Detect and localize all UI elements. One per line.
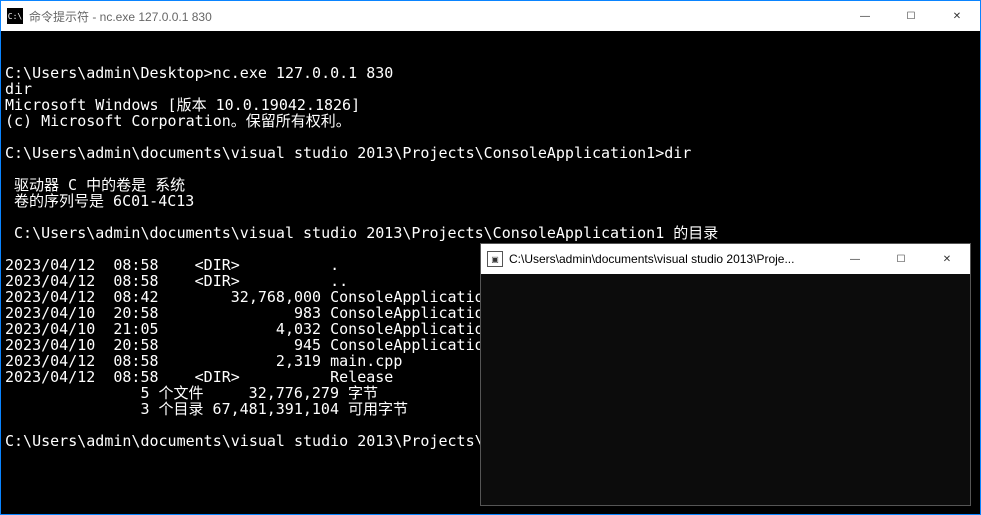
terminal-line: C:\Users\admin\documents\visual studio 2… bbox=[5, 144, 691, 162]
main-window-title: 命令提示符 - nc.exe 127.0.0.1 830 bbox=[29, 8, 842, 25]
minimize-button[interactable]: — bbox=[832, 244, 878, 274]
terminal-line: 卷的序列号是 6C01-4C13 bbox=[5, 192, 194, 210]
secondary-window: ▣ C:\Users\admin\documents\visual studio… bbox=[480, 243, 971, 506]
terminal-line: C:\Users\admin\documents\visual studio 2… bbox=[5, 224, 718, 242]
minimize-button[interactable]: — bbox=[842, 1, 888, 31]
secondary-terminal-output[interactable] bbox=[481, 274, 970, 505]
close-button[interactable]: ✕ bbox=[924, 244, 970, 274]
main-titlebar[interactable]: C:\ 命令提示符 - nc.exe 127.0.0.1 830 — ☐ ✕ bbox=[1, 1, 980, 31]
terminal-line: 3 个目录 67,481,391,104 可用字节 bbox=[5, 400, 408, 418]
main-window-controls: — ☐ ✕ bbox=[842, 1, 980, 31]
maximize-button[interactable]: ☐ bbox=[888, 1, 934, 31]
secondary-window-controls: — ☐ ✕ bbox=[832, 244, 970, 274]
cmd-icon: C:\ bbox=[7, 8, 23, 24]
terminal-line: (c) Microsoft Corporation。保留所有权利。 bbox=[5, 112, 351, 130]
close-button[interactable]: ✕ bbox=[934, 1, 980, 31]
terminal-line: C:\Users\admin\Desktop>nc.exe 127.0.0.1 … bbox=[5, 64, 393, 82]
secondary-window-title: C:\Users\admin\documents\visual studio 2… bbox=[509, 252, 832, 266]
maximize-button[interactable]: ☐ bbox=[878, 244, 924, 274]
app-icon: ▣ bbox=[487, 251, 503, 267]
secondary-titlebar[interactable]: ▣ C:\Users\admin\documents\visual studio… bbox=[481, 244, 970, 274]
